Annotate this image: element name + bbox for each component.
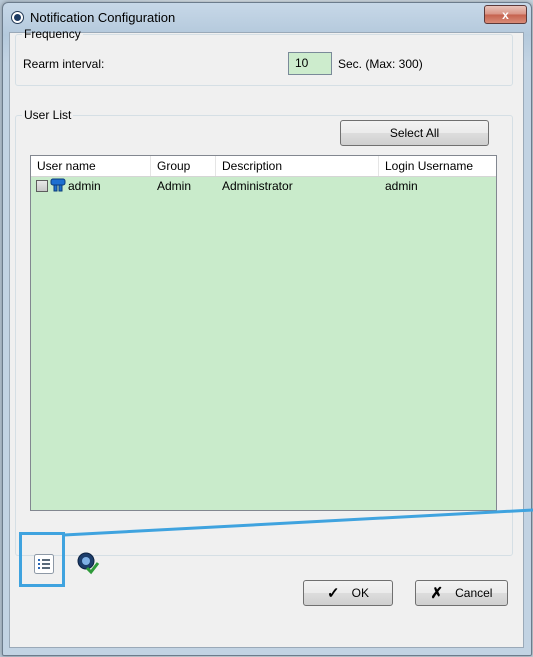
ok-button-label: OK: [351, 586, 369, 600]
highlight-pointer-line: [63, 508, 533, 537]
ok-button[interactable]: ✓ OK: [303, 580, 393, 606]
cancel-button-label: Cancel: [455, 586, 493, 600]
x-icon: ✗: [430, 585, 444, 602]
cancel-button[interactable]: ✗ Cancel: [415, 580, 508, 606]
checkmark-icon: ✓: [327, 585, 340, 602]
